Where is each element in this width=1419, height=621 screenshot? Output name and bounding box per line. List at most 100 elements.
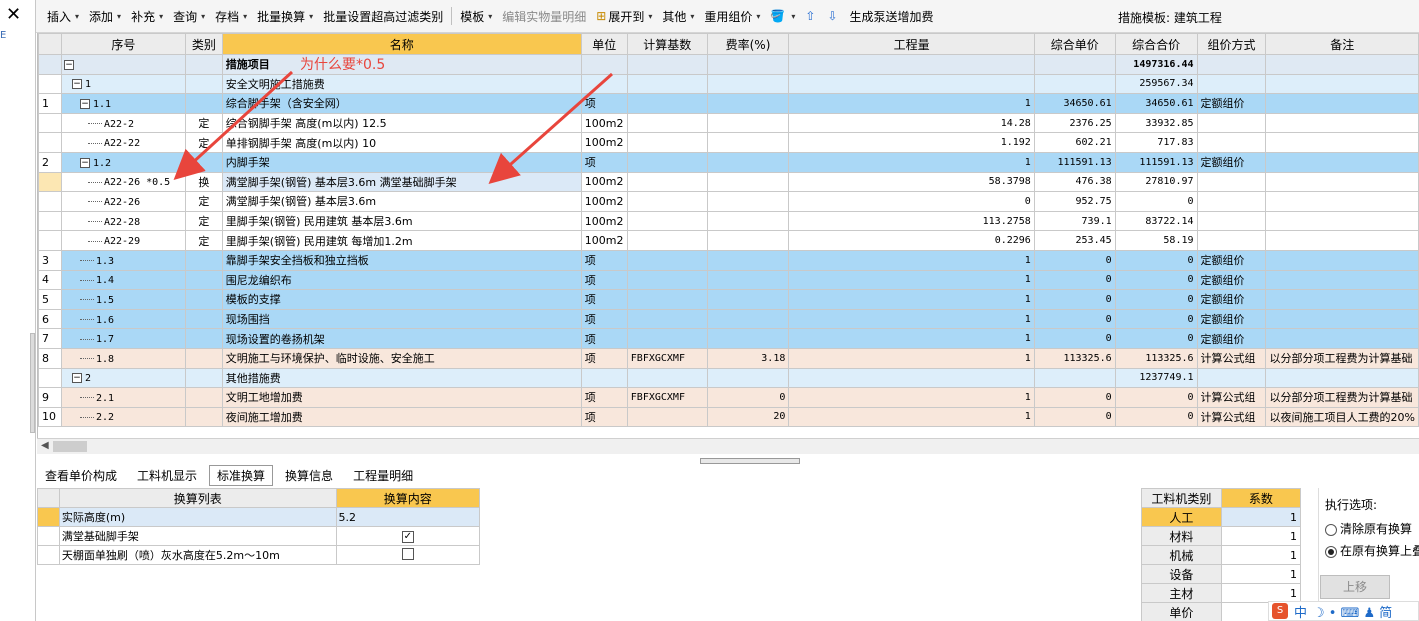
- cell-base[interactable]: [626, 171, 708, 193]
- cell-unit[interactable]: 项: [580, 406, 628, 428]
- cell-qty[interactable]: 1: [788, 308, 1035, 330]
- cell-total[interactable]: 27810.97: [1114, 171, 1198, 193]
- row-number[interactable]: [38, 73, 62, 95]
- cell-rate[interactable]: [706, 289, 790, 310]
- cell-code[interactable]: A22-26 *0.5: [60, 171, 186, 193]
- toolbar-button-15[interactable]: 生成泵送增加费: [845, 4, 939, 28]
- cell-name[interactable]: 安全文明施工措施费: [221, 73, 582, 95]
- cell-price[interactable]: 0: [1033, 308, 1116, 330]
- cell-price[interactable]: 0: [1033, 406, 1116, 428]
- cell-price[interactable]: [1033, 54, 1116, 75]
- cell-name[interactable]: 文明工地增加费: [221, 387, 582, 408]
- table-row[interactable]: 6 1.6 现场围挡项 1 0 0 定额组价: [38, 308, 1419, 330]
- col-header-7[interactable]: 综合单价: [1033, 33, 1116, 55]
- cell-note[interactable]: [1265, 191, 1419, 212]
- cell-note[interactable]: [1265, 230, 1419, 251]
- close-icon[interactable]: ✕: [6, 5, 21, 25]
- cell-total[interactable]: 111591.13: [1114, 151, 1198, 173]
- cell-qty[interactable]: 1: [788, 406, 1035, 428]
- chevron-down-icon[interactable]: ▾: [791, 12, 795, 21]
- row-number[interactable]: 10: [38, 406, 62, 428]
- col-header-3[interactable]: 单位: [580, 33, 628, 55]
- cell-note[interactable]: 以夜间施工项目人工费的20%: [1265, 406, 1419, 428]
- cell-qty[interactable]: 1: [788, 269, 1035, 291]
- col-header-9[interactable]: 组价方式: [1196, 33, 1267, 55]
- cell-cat[interactable]: [184, 328, 223, 349]
- cell-cat[interactable]: 定: [184, 210, 223, 232]
- cell-price[interactable]: 476.38: [1033, 171, 1116, 193]
- conversion-row[interactable]: 实际高度(m) 5.2: [37, 507, 481, 527]
- cell-unit[interactable]: 项: [580, 289, 628, 310]
- row-number[interactable]: [38, 112, 62, 134]
- cell-name[interactable]: 综合脚手架（含安全网）: [221, 93, 582, 114]
- cell-qty[interactable]: [788, 54, 1035, 75]
- radio-icon[interactable]: [1325, 523, 1337, 536]
- table-row[interactable]: 2−1.2 内脚手架项 1 111591.13 111591.13 定额组价: [38, 151, 1419, 173]
- cell-total[interactable]: 113325.6: [1114, 347, 1198, 369]
- cell-total[interactable]: 1497316.44: [1114, 54, 1198, 75]
- collapse-icon[interactable]: −: [79, 98, 90, 109]
- toolbar-button-13[interactable]: ⇧: [800, 4, 822, 28]
- tab-2[interactable]: 标准换算: [209, 464, 274, 486]
- table-row[interactable]: 9 2.1 文明工地增加费项 FBFXGCXMF 0 1 0 0 计算公式组 以分部分项工程费为计…: [38, 387, 1419, 408]
- cell-base[interactable]: [626, 210, 708, 232]
- cell-code[interactable]: −1.1: [60, 93, 186, 114]
- cell-base[interactable]: [626, 73, 708, 95]
- cell-total[interactable]: 1237749.1: [1114, 367, 1198, 389]
- row-number[interactable]: 3: [38, 249, 62, 271]
- table-row[interactable]: 5 1.5 模板的支撑项 1 0 0 定额组价: [38, 289, 1419, 310]
- table-row[interactable]: 10 2.2 夜间施工增加费项 20 1 0 0 计算公式组 以夜间施工项目人工费的20%: [38, 406, 1419, 428]
- cell-code[interactable]: 2.2: [60, 406, 186, 428]
- cell-code[interactable]: −1.2: [60, 151, 186, 173]
- cell-total[interactable]: 0: [1114, 328, 1198, 349]
- coef-value[interactable]: 1: [1220, 564, 1302, 584]
- cell-price[interactable]: 2376.25: [1033, 112, 1116, 134]
- cell-name[interactable]: 里脚手架(钢管) 民用建筑 基本层3.6m: [221, 210, 582, 232]
- cell-base[interactable]: [626, 289, 708, 310]
- cell-total[interactable]: 0: [1114, 289, 1198, 310]
- table-row[interactable]: −2 其他措施费 1237749.1: [38, 367, 1419, 389]
- cell-note[interactable]: [1265, 367, 1419, 389]
- cell-rate[interactable]: [706, 132, 790, 153]
- col-header-4[interactable]: 计算基数: [626, 33, 708, 55]
- cell-code[interactable]: A22-26: [60, 191, 186, 212]
- cell-code[interactable]: A22-2: [60, 112, 186, 134]
- cell-note[interactable]: [1265, 289, 1419, 310]
- cell-method[interactable]: 定额组价: [1196, 269, 1267, 291]
- toolbar-button-4[interactable]: 存档 ▾: [210, 4, 252, 28]
- cell-name[interactable]: 综合钢脚手架 高度(m以内) 12.5: [221, 112, 582, 134]
- cell-note[interactable]: [1265, 54, 1419, 75]
- chevron-down-icon[interactable]: ▾: [648, 12, 652, 21]
- chevron-down-icon[interactable]: ▾: [690, 12, 694, 21]
- cell-price[interactable]: [1033, 73, 1116, 95]
- cell-rate[interactable]: 0: [706, 387, 790, 408]
- cell-price[interactable]: 253.45: [1033, 230, 1116, 251]
- toolbar-button-6[interactable]: 批量设置超高过滤类别: [318, 4, 448, 28]
- cell-qty[interactable]: 1: [788, 289, 1035, 310]
- cell-cat[interactable]: [184, 347, 223, 369]
- cell-note[interactable]: [1265, 210, 1419, 232]
- cell-unit[interactable]: 100m2: [580, 210, 628, 232]
- cell-unit[interactable]: 100m2: [580, 230, 628, 251]
- cell-qty[interactable]: 0.2296: [788, 230, 1035, 251]
- coef-row[interactable]: 主材 1: [1141, 583, 1302, 603]
- cell-base[interactable]: [626, 367, 708, 389]
- cell-cat[interactable]: 定: [184, 132, 223, 153]
- cell-name[interactable]: 现场围挡: [221, 308, 582, 330]
- row-number[interactable]: 6: [38, 308, 62, 330]
- cell-price[interactable]: 0: [1033, 249, 1116, 271]
- cell-unit[interactable]: 项: [580, 328, 628, 349]
- toolbar-button-2[interactable]: 补充 ▾: [126, 4, 168, 28]
- cell-cat[interactable]: [184, 151, 223, 173]
- cell-rate[interactable]: [706, 54, 790, 75]
- cell-qty[interactable]: 1: [788, 387, 1035, 408]
- left-scrollbar[interactable]: [30, 333, 35, 433]
- table-row[interactable]: A22-26 *0.5 换满堂脚手架(钢管) 基本层3.6m 满堂基础脚手架 100…: [38, 171, 1419, 193]
- cell-base[interactable]: [626, 151, 708, 173]
- toolbar-button-9[interactable]: ⊞ 展开到 ▾: [591, 4, 657, 28]
- cell-qty[interactable]: 58.3798: [788, 171, 1035, 193]
- row-number[interactable]: [38, 230, 62, 251]
- row-number[interactable]: [38, 210, 62, 232]
- cell-name[interactable]: 文明施工与环境保护、临时设施、安全施工: [221, 347, 582, 369]
- table-row[interactable]: − 措施项目 1497316.44: [38, 54, 1419, 75]
